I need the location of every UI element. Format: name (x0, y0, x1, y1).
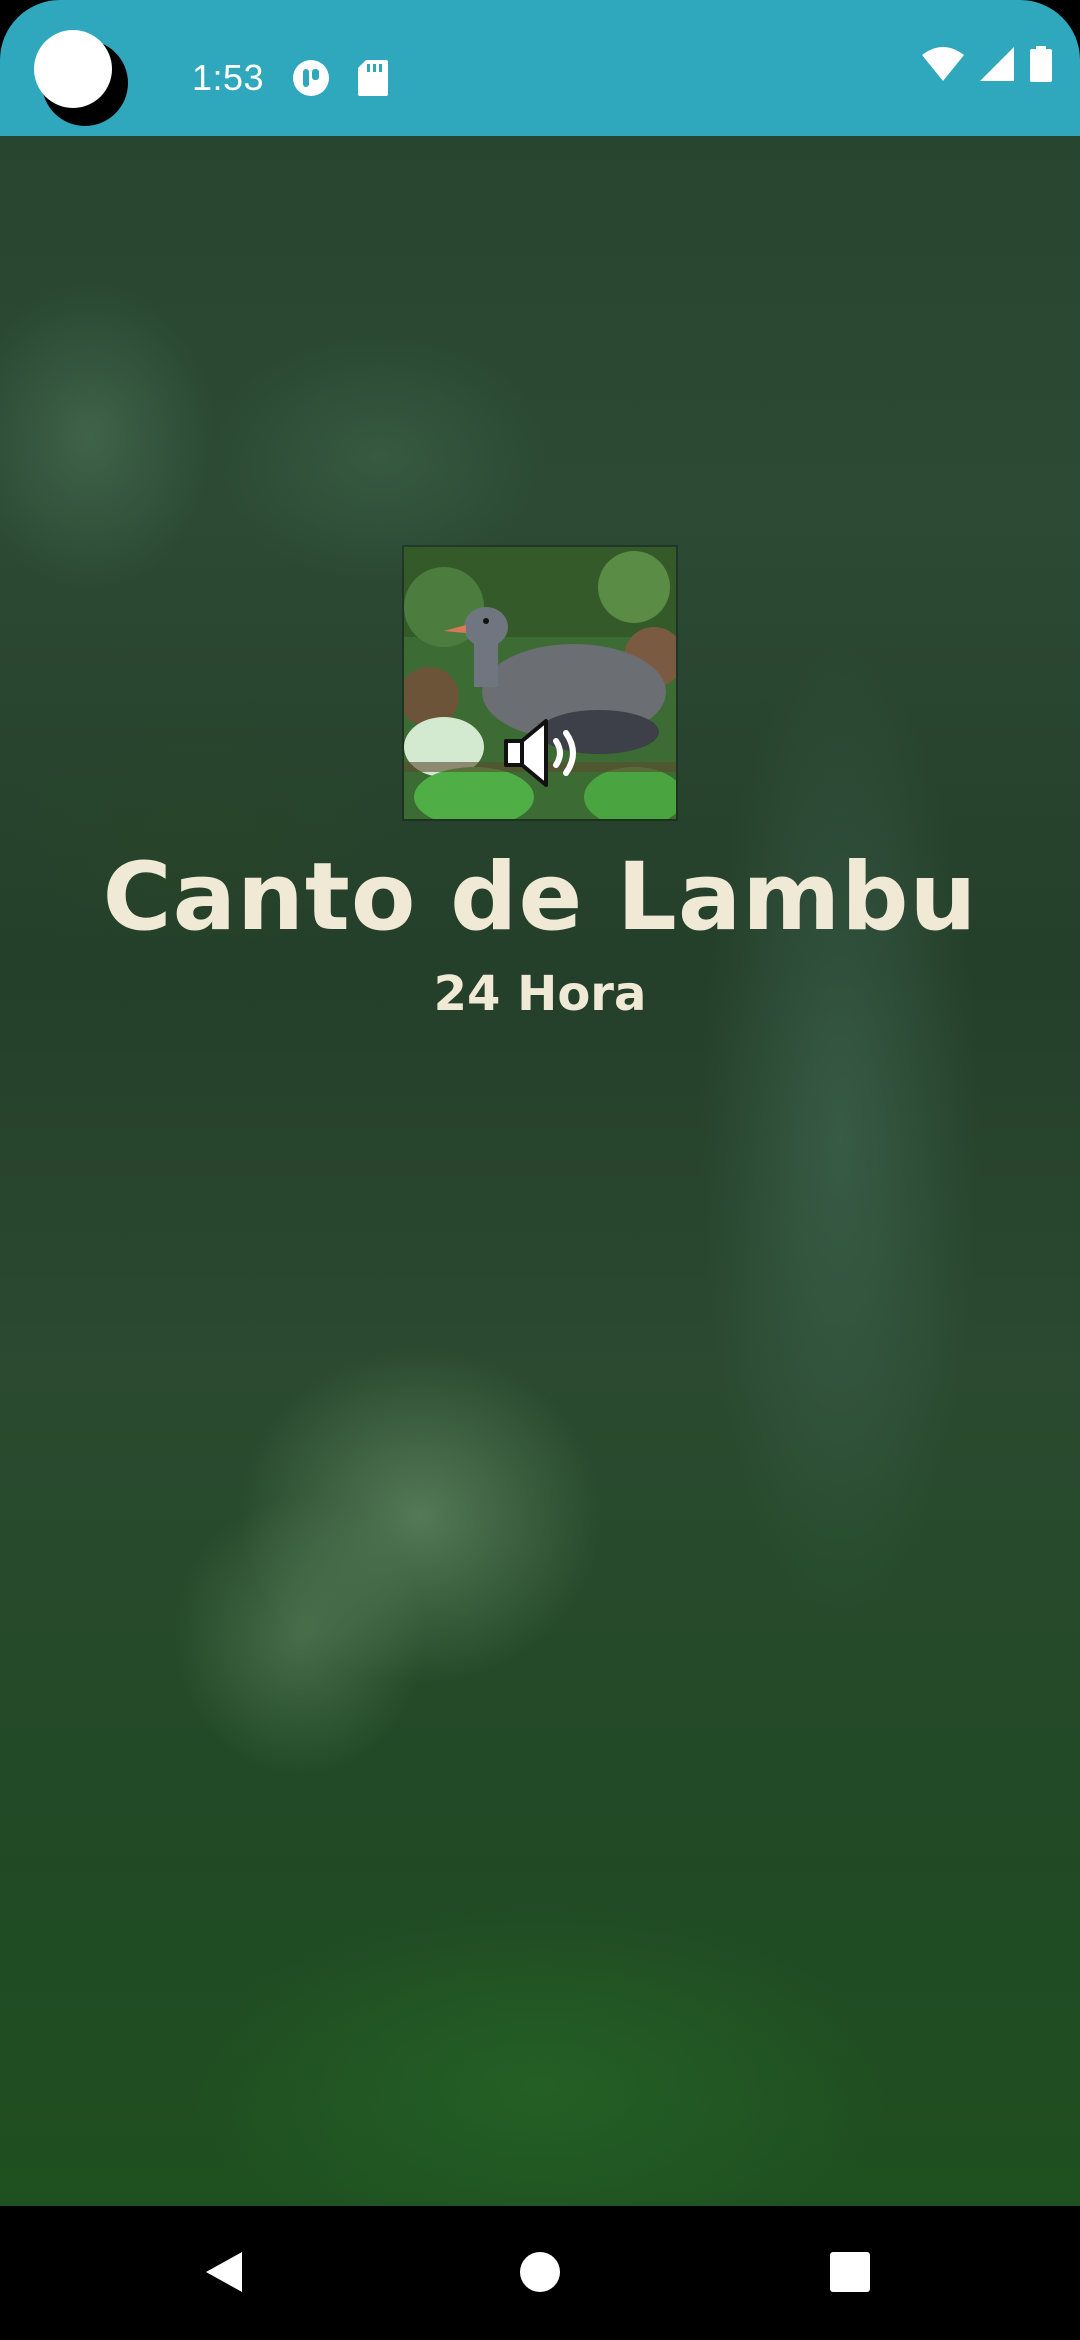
status-time: 1:53 (192, 57, 265, 98)
speaker-icon[interactable] (500, 715, 584, 791)
phone-screen: 1:53 Canto de Lambu 24 Hora (0, 0, 1080, 2340)
sound-title: Canto de Lambu (102, 843, 978, 952)
recents-icon[interactable] (826, 2248, 874, 2296)
content-column: Canto de Lambu 24 Hora (0, 136, 1080, 1022)
app-moon-icon (34, 30, 130, 126)
status-bar: 1:53 (0, 0, 1080, 136)
sound-subtitle: 24 Hora (433, 966, 647, 1022)
cell-signal-icon (980, 47, 1014, 85)
status-left: 1:53 (34, 30, 389, 126)
navigation-bar (0, 2206, 1080, 2340)
home-icon[interactable] (516, 2248, 564, 2296)
bird-thumbnail[interactable] (402, 545, 678, 821)
sd-card-icon (358, 60, 389, 96)
wifi-icon (922, 47, 964, 85)
battery-icon (1030, 46, 1052, 86)
status-right (922, 46, 1052, 86)
main-content: Canto de Lambu 24 Hora (0, 136, 1080, 2206)
toggle-icon (292, 59, 330, 97)
back-icon[interactable] (202, 2248, 250, 2296)
